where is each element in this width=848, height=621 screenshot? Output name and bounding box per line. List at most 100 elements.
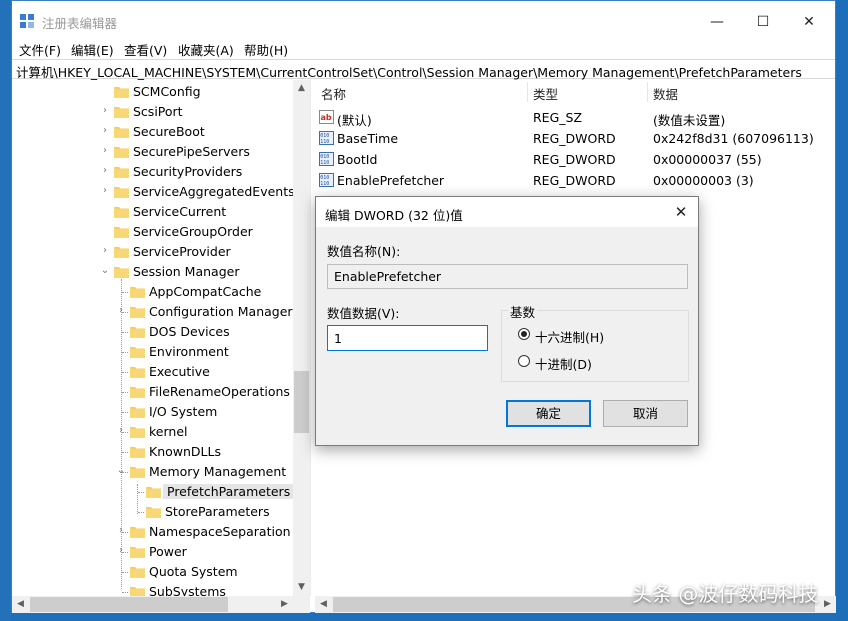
- tree-guide-line: [122, 392, 128, 393]
- value-row[interactable]: ab (默认) REG_SZ (数值未设置): [315, 107, 836, 128]
- value-name: BaseTime: [337, 131, 399, 146]
- menu-edit[interactable]: 编辑(E): [71, 40, 114, 59]
- tree-item-label[interactable]: PrefetchParameters: [163, 484, 295, 499]
- tree-item-label[interactable]: Configuration Manager: [149, 304, 293, 319]
- tree-item-label[interactable]: SecurityProviders: [133, 164, 242, 179]
- scroll-thumb[interactable]: [294, 371, 309, 433]
- tree-guide-line: [122, 532, 128, 533]
- tree-item-label[interactable]: Power: [149, 544, 187, 559]
- scroll-up-arrow-icon[interactable]: ▲: [293, 80, 310, 97]
- tree-item-label[interactable]: Quota System: [149, 564, 238, 579]
- expand-chevron-icon[interactable]: ›: [115, 425, 127, 436]
- tree-item-label[interactable]: kernel: [149, 424, 188, 439]
- expand-chevron-icon[interactable]: ›: [99, 185, 111, 196]
- folder-icon: [114, 147, 129, 158]
- value-data-input[interactable]: [327, 325, 488, 351]
- folder-icon: [130, 587, 145, 596]
- scroll-left-arrow-icon[interactable]: ◀: [12, 596, 29, 613]
- value-row[interactable]: 010 110 BootId REG_DWORD 0x00000037 (55): [315, 149, 836, 170]
- value-row[interactable]: 010 110 BaseTime REG_DWORD 0x242f8d31 (60709…: [315, 128, 836, 149]
- title-bar[interactable]: 注册表编辑器 — ☐ ✕: [12, 1, 835, 37]
- expand-chevron-icon[interactable]: ›: [99, 165, 111, 176]
- value-name: BootId: [337, 152, 378, 167]
- scroll-right-arrow-icon[interactable]: ▶: [276, 596, 293, 613]
- binary-value-icon: 010110: [319, 131, 334, 145]
- folder-icon: [130, 467, 145, 478]
- dialog-close-icon[interactable]: ✕: [670, 201, 692, 223]
- tree-item-label[interactable]: SubSystems: [149, 584, 226, 596]
- radio-selected-icon[interactable]: [518, 328, 530, 340]
- tree-item-label[interactable]: ServiceProvider: [133, 244, 231, 259]
- value-name-label: 数值名称(N):: [327, 244, 401, 259]
- radio-unselected-icon[interactable]: [518, 355, 530, 367]
- column-divider[interactable]: [647, 82, 648, 102]
- expand-chevron-icon[interactable]: ›: [115, 545, 127, 556]
- folder-icon: [114, 247, 129, 258]
- tree-item-label[interactable]: I/O System: [149, 404, 217, 419]
- tree-item-label[interactable]: SecureBoot: [133, 124, 205, 139]
- column-divider[interactable]: [527, 82, 528, 102]
- menu-help[interactable]: 帮助(H): [244, 40, 288, 59]
- menu-view[interactable]: 查看(V): [124, 40, 167, 59]
- decimal-radio[interactable]: 十进制(D): [518, 353, 668, 373]
- value-name: (默认): [337, 113, 372, 128]
- tree-item-label[interactable]: StoreParameters: [165, 504, 270, 519]
- tree-item-label[interactable]: AppCompatCache: [149, 284, 261, 299]
- value-row[interactable]: 010 110 EnablePrefetcher REG_DWORD 0x0000000…: [315, 170, 836, 191]
- tree-item-label[interactable]: NamespaceSeparation: [149, 524, 291, 539]
- tree-item-label[interactable]: ScsiPort: [133, 104, 183, 119]
- tree-vertical-scrollbar[interactable]: ▲ ▼: [293, 80, 310, 596]
- address-bar[interactable]: 计算机\HKEY_LOCAL_MACHINE\SYSTEM\CurrentCon…: [12, 59, 835, 81]
- tree-guide-line: [138, 492, 144, 493]
- expand-chevron-icon[interactable]: ›: [99, 105, 111, 116]
- column-header-name[interactable]: 名称: [321, 84, 346, 103]
- expand-chevron-icon[interactable]: ›: [99, 145, 111, 156]
- column-header-type[interactable]: 类型: [533, 84, 558, 103]
- collapse-chevron-icon[interactable]: ⌄: [99, 265, 111, 276]
- folder-icon: [130, 547, 145, 558]
- regedit-app-icon: [20, 14, 34, 28]
- expand-chevron-icon[interactable]: ›: [99, 125, 111, 136]
- folder-icon: [114, 207, 129, 218]
- tree-item-label[interactable]: Environment: [149, 344, 229, 359]
- scroll-down-arrow-icon[interactable]: ▼: [293, 579, 310, 596]
- value-data: 0x242f8d31 (607096113): [653, 131, 814, 146]
- scrollbar-corner: [293, 596, 310, 613]
- tree-item-label[interactable]: ServiceGroupOrder: [133, 224, 253, 239]
- ok-button[interactable]: 确定: [506, 400, 591, 427]
- tree-item-label[interactable]: DOS Devices: [149, 324, 230, 339]
- tree-item-label[interactable]: KnownDLLs: [149, 444, 221, 459]
- tree-guide-line: [122, 372, 128, 373]
- menu-file[interactable]: 文件(F): [19, 40, 61, 59]
- maximize-button[interactable]: ☐: [740, 7, 786, 37]
- scroll-left-arrow-icon[interactable]: ◀: [315, 596, 332, 613]
- cancel-button[interactable]: 取消: [603, 400, 688, 427]
- minimize-button[interactable]: —: [694, 7, 740, 37]
- collapse-chevron-icon[interactable]: ⌄: [115, 465, 127, 476]
- tree-item-label[interactable]: SecurePipeServers: [133, 144, 250, 159]
- folder-icon: [130, 327, 145, 338]
- column-header-data[interactable]: 数据: [653, 84, 678, 103]
- tree-item-label[interactable]: Session Manager: [133, 264, 239, 279]
- address-path[interactable]: 计算机\HKEY_LOCAL_MACHINE\SYSTEM\CurrentCon…: [16, 62, 802, 81]
- tree-item-label[interactable]: Executive: [149, 364, 210, 379]
- hex-radio-label[interactable]: 十六进制(H): [535, 327, 604, 346]
- expand-chevron-icon[interactable]: ›: [115, 305, 127, 316]
- dialog-title-bar[interactable]: 编辑 DWORD (32 位)值 ✕: [316, 197, 698, 227]
- menu-favorites[interactable]: 收藏夹(A): [178, 40, 234, 59]
- decimal-radio-label[interactable]: 十进制(D): [535, 354, 592, 373]
- folder-icon: [130, 447, 145, 458]
- tree-item-label[interactable]: ServiceAggregatedEvents: [133, 184, 295, 199]
- tree-item-label[interactable]: Memory Management: [149, 464, 286, 479]
- tree-item-label[interactable]: SCMConfig: [133, 84, 201, 99]
- open-folder-icon: [146, 487, 161, 498]
- expand-chevron-icon[interactable]: ›: [115, 525, 127, 536]
- tree-item-label[interactable]: ServiceCurrent: [133, 204, 226, 219]
- expand-chevron-icon[interactable]: ›: [99, 245, 111, 256]
- scroll-thumb[interactable]: [30, 597, 228, 612]
- tree-item-label[interactable]: FileRenameOperations: [149, 384, 290, 399]
- close-button[interactable]: ✕: [786, 7, 832, 37]
- hex-radio[interactable]: 十六进制(H): [518, 326, 668, 346]
- scroll-right-arrow-icon[interactable]: ▶: [819, 596, 836, 613]
- tree-horizontal-scrollbar[interactable]: ◀ ▶: [12, 596, 293, 613]
